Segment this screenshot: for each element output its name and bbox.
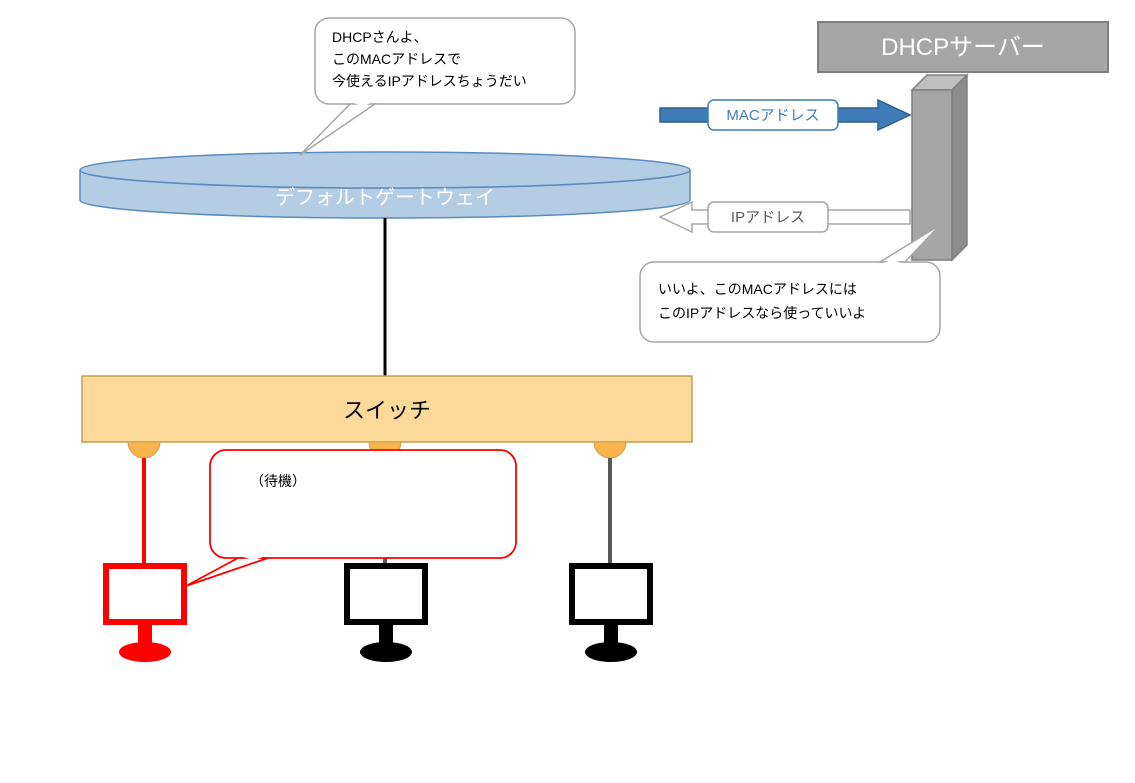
switch-box: スイッチ: [82, 376, 692, 442]
ip-address-label: IPアドレス: [731, 209, 805, 226]
gateway-request-line1: DHCPさんよ、: [332, 29, 428, 45]
gateway-request-line3: 今使えるIPアドレスちょうだい: [332, 73, 527, 89]
server-reply-line2: このIPアドレスなら使っていいよ: [658, 305, 866, 321]
mac-address-label-box: MACアドレス: [708, 100, 838, 130]
switch-label: スイッチ: [343, 398, 431, 423]
dhcp-server-title-box: DHCPサーバー: [818, 22, 1108, 72]
client-pc-1: [106, 566, 184, 662]
gateway-label: デフォルトゲートウェイ: [275, 186, 495, 209]
gateway-request-balloon: DHCPさんよ、 このMACアドレスで 今使えるIPアドレスちょうだい: [300, 18, 575, 155]
switch-port-3: [594, 442, 626, 458]
client-pc-3: [572, 566, 650, 662]
client-wait-text: （待機）: [250, 473, 306, 489]
switch-port-1: [128, 442, 160, 458]
ip-address-label-box: IPアドレス: [708, 202, 828, 232]
mac-address-label: MACアドレス: [726, 107, 819, 124]
dhcp-server-box: [912, 75, 967, 260]
server-reply-balloon: いいよ、このMACアドレスには このIPアドレスなら使っていいよ: [640, 225, 940, 342]
client-pc-2: [347, 566, 425, 662]
gateway-request-line2: このMACアドレスで: [332, 51, 461, 67]
default-gateway: デフォルトゲートウェイ: [80, 152, 690, 218]
server-reply-line1: いいよ、このMACアドレスには: [658, 281, 857, 297]
dhcp-server-title: DHCPサーバー: [881, 34, 1045, 61]
